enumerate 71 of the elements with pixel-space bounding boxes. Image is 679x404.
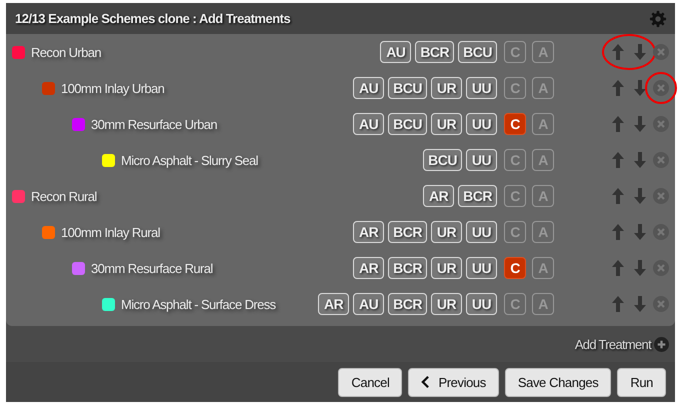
treatment-name: 100mm Inlay Rural bbox=[61, 224, 160, 240]
code-tag[interactable]: UU bbox=[466, 113, 497, 135]
move-down-icon[interactable] bbox=[633, 115, 647, 133]
code-tag[interactable]: UR bbox=[431, 113, 462, 135]
move-up-icon[interactable] bbox=[611, 295, 625, 313]
treatment-name: 30mm Resurface Rural bbox=[91, 260, 213, 276]
move-down-icon[interactable] bbox=[633, 223, 647, 241]
move-up-icon[interactable] bbox=[611, 223, 625, 241]
move-down-icon[interactable] bbox=[633, 151, 647, 169]
move-down-icon[interactable] bbox=[633, 295, 647, 313]
add-treatment-button[interactable]: Add Treatment bbox=[574, 336, 669, 352]
code-tag[interactable]: UU bbox=[466, 149, 497, 171]
dialog-button[interactable]: Cancel bbox=[338, 368, 402, 396]
remove-icon[interactable] bbox=[653, 116, 669, 132]
move-up-icon[interactable] bbox=[611, 115, 625, 133]
code-tag[interactable]: AR bbox=[318, 293, 350, 315]
move-up-icon[interactable] bbox=[611, 43, 625, 61]
move-down-icon[interactable] bbox=[633, 187, 647, 205]
code-tag[interactable]: AR bbox=[353, 221, 384, 243]
code-tag[interactable]: BCU bbox=[458, 41, 497, 63]
remove-icon[interactable] bbox=[653, 296, 669, 312]
treatment-name: 100mm Inlay Urban bbox=[61, 80, 164, 96]
move-up-icon[interactable] bbox=[611, 259, 625, 277]
code-tag[interactable]: UU bbox=[466, 257, 497, 279]
code-tag[interactable]: UU bbox=[466, 293, 497, 315]
treatment-name: Micro Asphalt - Surface Dress bbox=[121, 296, 276, 312]
dialog-button[interactable]: Save Changes bbox=[504, 368, 612, 396]
remove-icon[interactable] bbox=[653, 224, 669, 240]
code-tag[interactable]: BCR bbox=[458, 185, 497, 207]
code-tag[interactable]: BCU bbox=[388, 113, 427, 135]
move-up-icon[interactable] bbox=[611, 151, 625, 169]
code-tag[interactable]: AU bbox=[380, 41, 412, 63]
code-tag[interactable]: UR bbox=[431, 293, 462, 315]
code-tag[interactable]: BCR bbox=[388, 293, 427, 315]
move-down-icon[interactable] bbox=[633, 43, 647, 61]
code-tag[interactable]: AU bbox=[353, 113, 384, 135]
treatment-name: Recon Urban bbox=[31, 44, 101, 60]
chevron-left-icon bbox=[421, 375, 430, 389]
move-down-icon[interactable] bbox=[633, 259, 647, 277]
code-tag[interactable]: AU bbox=[353, 77, 384, 99]
flag-toggle[interactable]: C bbox=[504, 113, 526, 135]
code-tag[interactable]: BCR bbox=[388, 257, 427, 279]
move-down-icon[interactable] bbox=[633, 79, 647, 97]
treatment-name: Recon Rural bbox=[31, 188, 97, 204]
code-tag[interactable]: AU bbox=[353, 293, 384, 315]
code-tag[interactable]: AR bbox=[423, 185, 454, 207]
remove-icon[interactable] bbox=[653, 188, 669, 204]
remove-icon[interactable] bbox=[653, 260, 669, 276]
move-up-icon[interactable] bbox=[611, 79, 625, 97]
move-up-icon[interactable] bbox=[611, 187, 625, 205]
remove-icon[interactable] bbox=[653, 152, 669, 168]
code-tag[interactable]: BCR bbox=[388, 221, 427, 243]
remove-icon[interactable] bbox=[653, 44, 669, 60]
treatment-name: 30mm Resurface Urban bbox=[91, 116, 217, 132]
flag-toggle[interactable]: C bbox=[504, 257, 526, 279]
code-tag[interactable]: UR bbox=[431, 77, 462, 99]
settings-icon[interactable] bbox=[649, 10, 667, 28]
code-tag[interactable]: UR bbox=[431, 221, 462, 243]
code-tag[interactable]: UR bbox=[431, 257, 462, 279]
code-tag[interactable]: BCU bbox=[423, 149, 462, 171]
code-tag[interactable]: UU bbox=[466, 221, 497, 243]
treatment-name: Micro Asphalt - Slurry Seal bbox=[121, 152, 258, 168]
previous-button[interactable]: Previous bbox=[408, 368, 499, 396]
code-tag[interactable]: UU bbox=[466, 77, 497, 99]
code-tag[interactable]: AR bbox=[353, 257, 384, 279]
code-tag[interactable]: BCR bbox=[415, 41, 454, 63]
code-tag[interactable]: BCU bbox=[388, 77, 427, 99]
dialog-button[interactable]: Run bbox=[617, 368, 666, 396]
plus-icon bbox=[654, 336, 669, 352]
remove-icon[interactable] bbox=[653, 80, 669, 96]
dialog-title: 12/13 Example Schemes clone : Add Treatments bbox=[15, 11, 290, 26]
